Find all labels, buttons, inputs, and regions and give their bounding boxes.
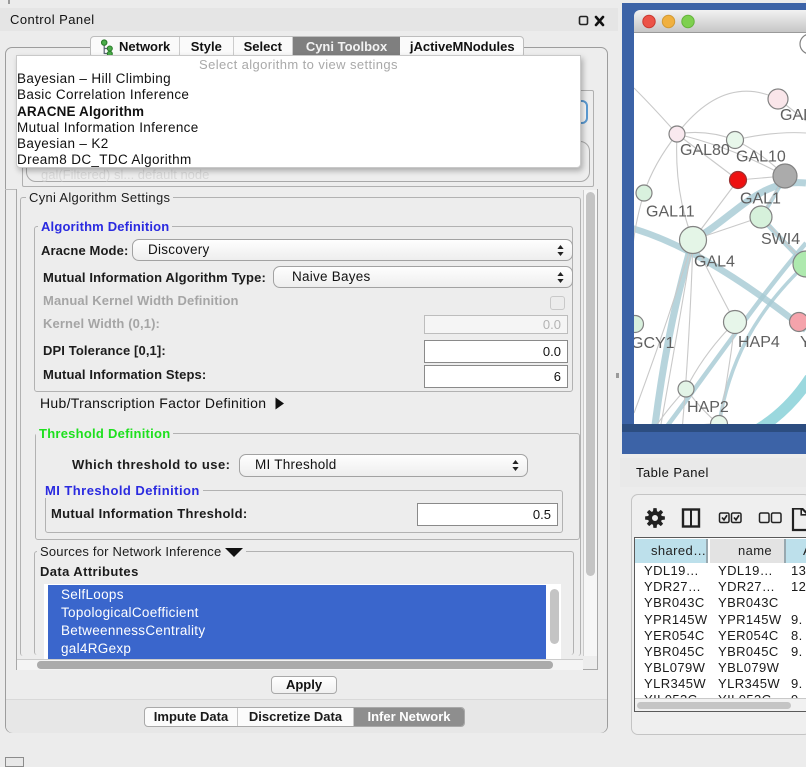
svg-text:GAL80: GAL80 xyxy=(680,142,730,159)
svg-text:HAP2: HAP2 xyxy=(687,399,729,416)
svg-text:GAL10: GAL10 xyxy=(736,149,786,166)
svg-text:GAL4: GAL4 xyxy=(694,254,735,271)
svg-text:HAP4: HAP4 xyxy=(738,334,780,351)
svg-text:GCY1: GCY1 xyxy=(634,335,675,352)
svg-text:GAL1: GAL1 xyxy=(740,191,781,208)
svg-text:GAL7: GAL7 xyxy=(780,107,806,124)
svg-text:SWI4: SWI4 xyxy=(761,231,800,248)
svg-text:YJ: YJ xyxy=(800,334,806,351)
svg-text:GAL11: GAL11 xyxy=(646,204,695,221)
